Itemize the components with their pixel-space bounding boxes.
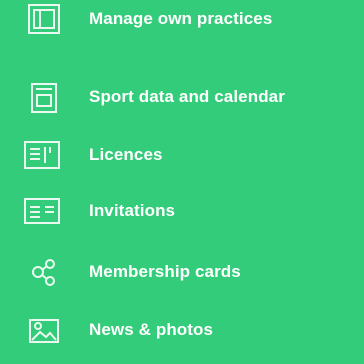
menu-item-label: News & photos [89, 320, 214, 339]
practices-icon [24, 0, 64, 39]
menu-item-licences[interactable]: Licences [0, 127, 364, 183]
membership-cards-icon [24, 252, 64, 292]
menu-item-label: Sport data and calendar [89, 87, 285, 106]
menu-item-label: Licences [89, 145, 163, 164]
menu-item-label: Invitations [89, 201, 176, 220]
menu-item-label: Membership cards [89, 262, 241, 281]
calendar-icon [24, 77, 64, 117]
menu-item-sport-data-calendar[interactable]: Sport data and calendar [0, 69, 364, 125]
menu-item-membership-cards[interactable]: Membership cards [0, 244, 364, 300]
licence-card-icon [22, 135, 62, 175]
menu-item-label: Manage own practices [89, 9, 273, 28]
news-photos-icon [24, 310, 64, 350]
main-menu: Manage own practices Sport data and cale… [0, 0, 364, 364]
menu-item-news-photos[interactable]: News & photos [0, 302, 364, 358]
menu-item-manage-own-practices[interactable]: Manage own practices [0, 0, 364, 47]
invitation-icon [22, 191, 62, 231]
menu-item-invitations[interactable]: Invitations [0, 183, 364, 239]
